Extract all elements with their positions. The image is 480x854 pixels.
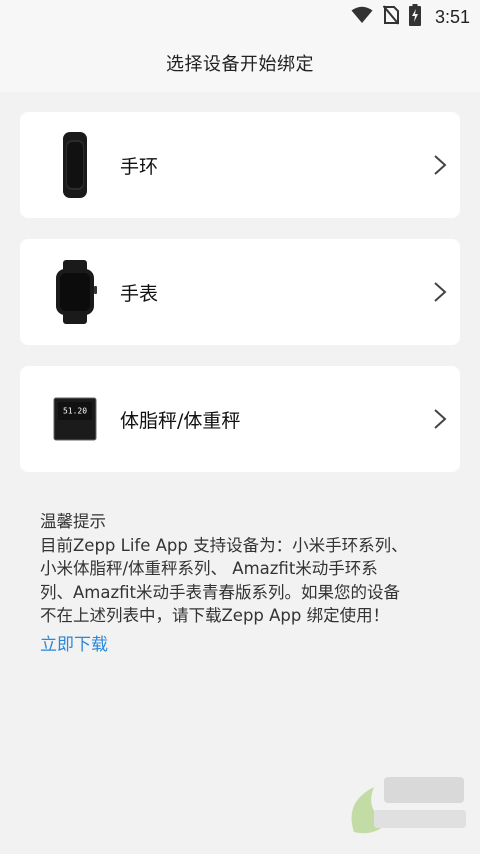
chevron-right-icon (420, 112, 460, 218)
band-device-icon (20, 112, 130, 218)
page-header: 选择设备开始绑定 (0, 34, 480, 92)
tips-title: 温馨提示 (40, 512, 106, 531)
chevron-right-icon (420, 239, 460, 345)
no-sim-icon (382, 5, 400, 29)
tips-section: 温馨提示 目前Zepp Life App 支持设备为：小米手环系列、 小米体脂秤… (40, 510, 450, 658)
device-label-band: 手环 (120, 155, 159, 178)
wifi-icon (351, 6, 373, 28)
download-now-link[interactable]: 立即下载 (40, 634, 108, 658)
watermark-logo (334, 762, 474, 842)
battery-charging-icon (408, 4, 421, 30)
status-time: 3:51 (434, 6, 470, 27)
device-label-watch: 手表 (120, 282, 159, 305)
chevron-right-icon (420, 366, 460, 472)
device-card-watch[interactable]: 手表 (20, 239, 460, 345)
scale-display-reading: 51.20 (63, 407, 87, 416)
scale-device-icon: 51.20 (20, 366, 130, 472)
tips-body: 目前Zepp Life App 支持设备为：小米手环系列、 小米体脂秤/体重秤系… (40, 535, 408, 626)
page-title: 选择设备开始绑定 (166, 54, 314, 75)
status-icons: 3:51 (351, 4, 470, 30)
status-bar: 3:51 (0, 0, 480, 34)
watch-device-icon (20, 239, 130, 345)
device-label-scale: 体脂秤/体重秤 (120, 409, 241, 432)
device-card-scale[interactable]: 51.20 体脂秤/体重秤 (20, 366, 460, 472)
device-card-band[interactable]: 手环 (20, 112, 460, 218)
